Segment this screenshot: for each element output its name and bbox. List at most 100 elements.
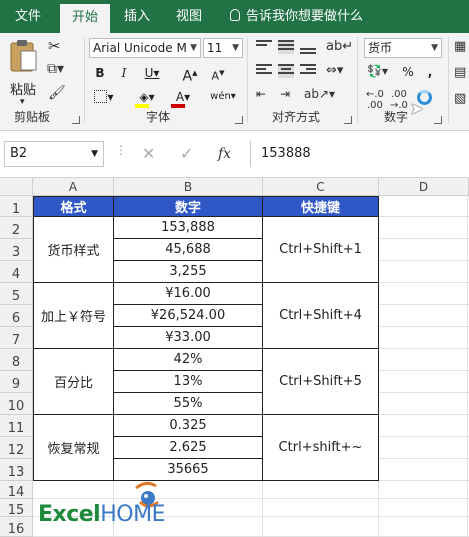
header-cell-format[interactable]: 格式 <box>33 196 114 217</box>
tab-view[interactable]: 视图 <box>166 0 212 33</box>
shrink-font-button[interactable]: A▼ <box>208 63 228 83</box>
format-cell[interactable]: 百分比 <box>33 349 114 415</box>
font-launcher-icon[interactable] <box>235 116 243 124</box>
merge-center-icon[interactable]: ⇔▾ <box>326 63 343 78</box>
cancel-icon[interactable]: ✕ <box>142 141 155 167</box>
tell-me-text: 告诉我你想要做什么 <box>246 9 364 24</box>
number-cell[interactable]: 42% <box>114 349 263 371</box>
align-bottom-icon[interactable] <box>300 42 316 56</box>
row-header[interactable]: 2 <box>0 217 33 239</box>
row-header[interactable]: 1 <box>0 196 33 217</box>
header-cell-shortcut[interactable]: 快捷键 <box>263 196 379 217</box>
column-header-a[interactable]: A <box>33 178 114 196</box>
row-header[interactable]: 10 <box>0 393 33 415</box>
format-painter-icon[interactable]: 🖌 <box>48 85 66 101</box>
enter-icon[interactable]: ✓ <box>180 141 193 167</box>
column-header-c[interactable]: C <box>263 178 379 196</box>
number-cell[interactable]: 55% <box>114 393 263 415</box>
name-box[interactable]: B2 ▼ <box>4 141 104 167</box>
row-header[interactable]: 3 <box>0 239 33 261</box>
row-header[interactable]: 13 <box>0 459 33 481</box>
row-header[interactable]: 9 <box>0 371 33 393</box>
font-name-select[interactable]: Arial Unicode M ▼ <box>89 38 201 58</box>
row-header[interactable]: 14 <box>0 481 33 500</box>
font-size-select[interactable]: 11 ▼ <box>203 38 243 58</box>
decrease-indent-icon[interactable]: ⇤ <box>256 87 266 101</box>
bold-button[interactable]: B <box>90 63 110 83</box>
row-header[interactable]: 12 <box>0 437 33 459</box>
row-header[interactable]: 11 <box>0 415 33 437</box>
name-box-value: B2 <box>10 146 28 161</box>
shortcut-cell[interactable]: Ctrl+Shift+4 <box>263 283 379 349</box>
clipboard-launcher-icon[interactable] <box>72 116 80 124</box>
comma-style-button[interactable]: , <box>420 62 440 82</box>
percent-style-button[interactable]: % <box>398 62 418 82</box>
align-middle-icon[interactable] <box>278 40 294 54</box>
row-header[interactable]: 16 <box>0 517 33 537</box>
number-cell[interactable]: 3,255 <box>114 261 263 283</box>
number-cell[interactable]: ¥16.00 <box>114 283 263 305</box>
row-header[interactable]: 8 <box>0 349 33 371</box>
shortcut-cell[interactable]: Ctrl+Shift+5 <box>263 349 379 415</box>
insert-function-icon[interactable]: fx <box>218 141 231 167</box>
increase-decimal-icon[interactable]: ←.0.00 <box>366 89 384 111</box>
grow-font-button[interactable]: A▲ <box>180 63 200 85</box>
number-cell[interactable]: 0.325 <box>114 415 263 437</box>
borders-button[interactable]: ▾ <box>90 87 118 107</box>
cell-styles-icon[interactable]: ▧ <box>454 91 466 106</box>
number-format-select[interactable]: 货币 ▼ <box>364 38 442 58</box>
format-cell[interactable]: 恢复常规 <box>33 415 114 481</box>
tab-file[interactable]: 文件 <box>0 0 56 33</box>
align-center-icon[interactable] <box>278 64 294 78</box>
row-header[interactable]: 5 <box>0 283 33 305</box>
row-header[interactable]: 15 <box>0 499 33 518</box>
tab-insert[interactable]: 插入 <box>114 0 160 33</box>
shortcut-cell[interactable]: Ctrl+shift+~ <box>263 415 379 481</box>
row-header[interactable]: 6 <box>0 305 33 327</box>
logo-home-text: HOME <box>100 502 165 527</box>
number-cell[interactable]: 153,888 <box>114 217 263 239</box>
underline-button[interactable]: U▾ <box>138 63 166 83</box>
select-all-corner[interactable] <box>0 178 33 196</box>
number-cell[interactable]: 45,688 <box>114 239 263 261</box>
row-header[interactable]: 7 <box>0 327 33 349</box>
format-cell[interactable]: 加上￥符号 <box>33 283 114 349</box>
phonetic-button[interactable]: wén▾ <box>208 87 238 107</box>
excelhome-logo: ExcelHOME <box>38 480 198 530</box>
formula-input[interactable]: 153888 <box>250 141 469 167</box>
wrap-text-icon[interactable]: ab↵ <box>326 39 353 54</box>
fill-color-button[interactable]: ◈▾ <box>132 87 162 108</box>
orientation-icon[interactable]: ab↗▾ <box>304 87 335 101</box>
alignment-launcher-icon[interactable] <box>344 116 352 124</box>
chevron-down-icon[interactable]: ▾ <box>20 97 25 107</box>
row-header[interactable]: 4 <box>0 261 33 283</box>
number-cell[interactable]: ¥33.00 <box>114 327 263 349</box>
tab-home[interactable]: 开始 <box>60 4 110 33</box>
header-cell-number[interactable]: 数字 <box>114 196 263 217</box>
ribbon-tab-bar: 文件 开始 插入 视图 告诉我你想要做什么 <box>0 0 469 33</box>
number-cell[interactable]: 35665 <box>114 459 263 481</box>
tell-me-box[interactable]: 告诉我你想要做什么 <box>230 0 363 33</box>
align-top-icon[interactable] <box>256 40 272 54</box>
format-table-icon[interactable]: ▤ <box>454 65 466 80</box>
shortcut-cell[interactable]: Ctrl+Shift+1 <box>263 217 379 283</box>
conditional-format-icon[interactable]: ▦ <box>454 39 466 54</box>
format-cell[interactable]: 货币样式 <box>33 217 114 283</box>
number-format-value: 货币 <box>368 41 393 55</box>
number-cell[interactable]: 2.625 <box>114 437 263 459</box>
number-cell[interactable]: 13% <box>114 371 263 393</box>
increase-indent-icon[interactable]: ⇥ <box>280 87 290 101</box>
currency-format-icon[interactable]: 💱▾ <box>367 64 388 78</box>
column-header-d[interactable]: D <box>379 178 469 196</box>
align-right-icon[interactable] <box>300 64 316 78</box>
font-color-button[interactable]: A▾ <box>168 87 198 108</box>
ribbon-separator <box>84 37 85 123</box>
paste-button[interactable]: 粘贴 ▾ <box>6 37 40 107</box>
column-header-b[interactable]: B <box>114 178 263 196</box>
copy-icon[interactable]: ⧉▾ <box>47 61 64 77</box>
number-cell[interactable]: ¥26,524.00 <box>114 305 263 327</box>
align-left-icon[interactable] <box>256 64 272 78</box>
cut-icon[interactable]: ✂ <box>48 37 61 55</box>
number-launcher-icon[interactable] <box>434 116 442 124</box>
italic-button[interactable]: I <box>114 63 134 83</box>
